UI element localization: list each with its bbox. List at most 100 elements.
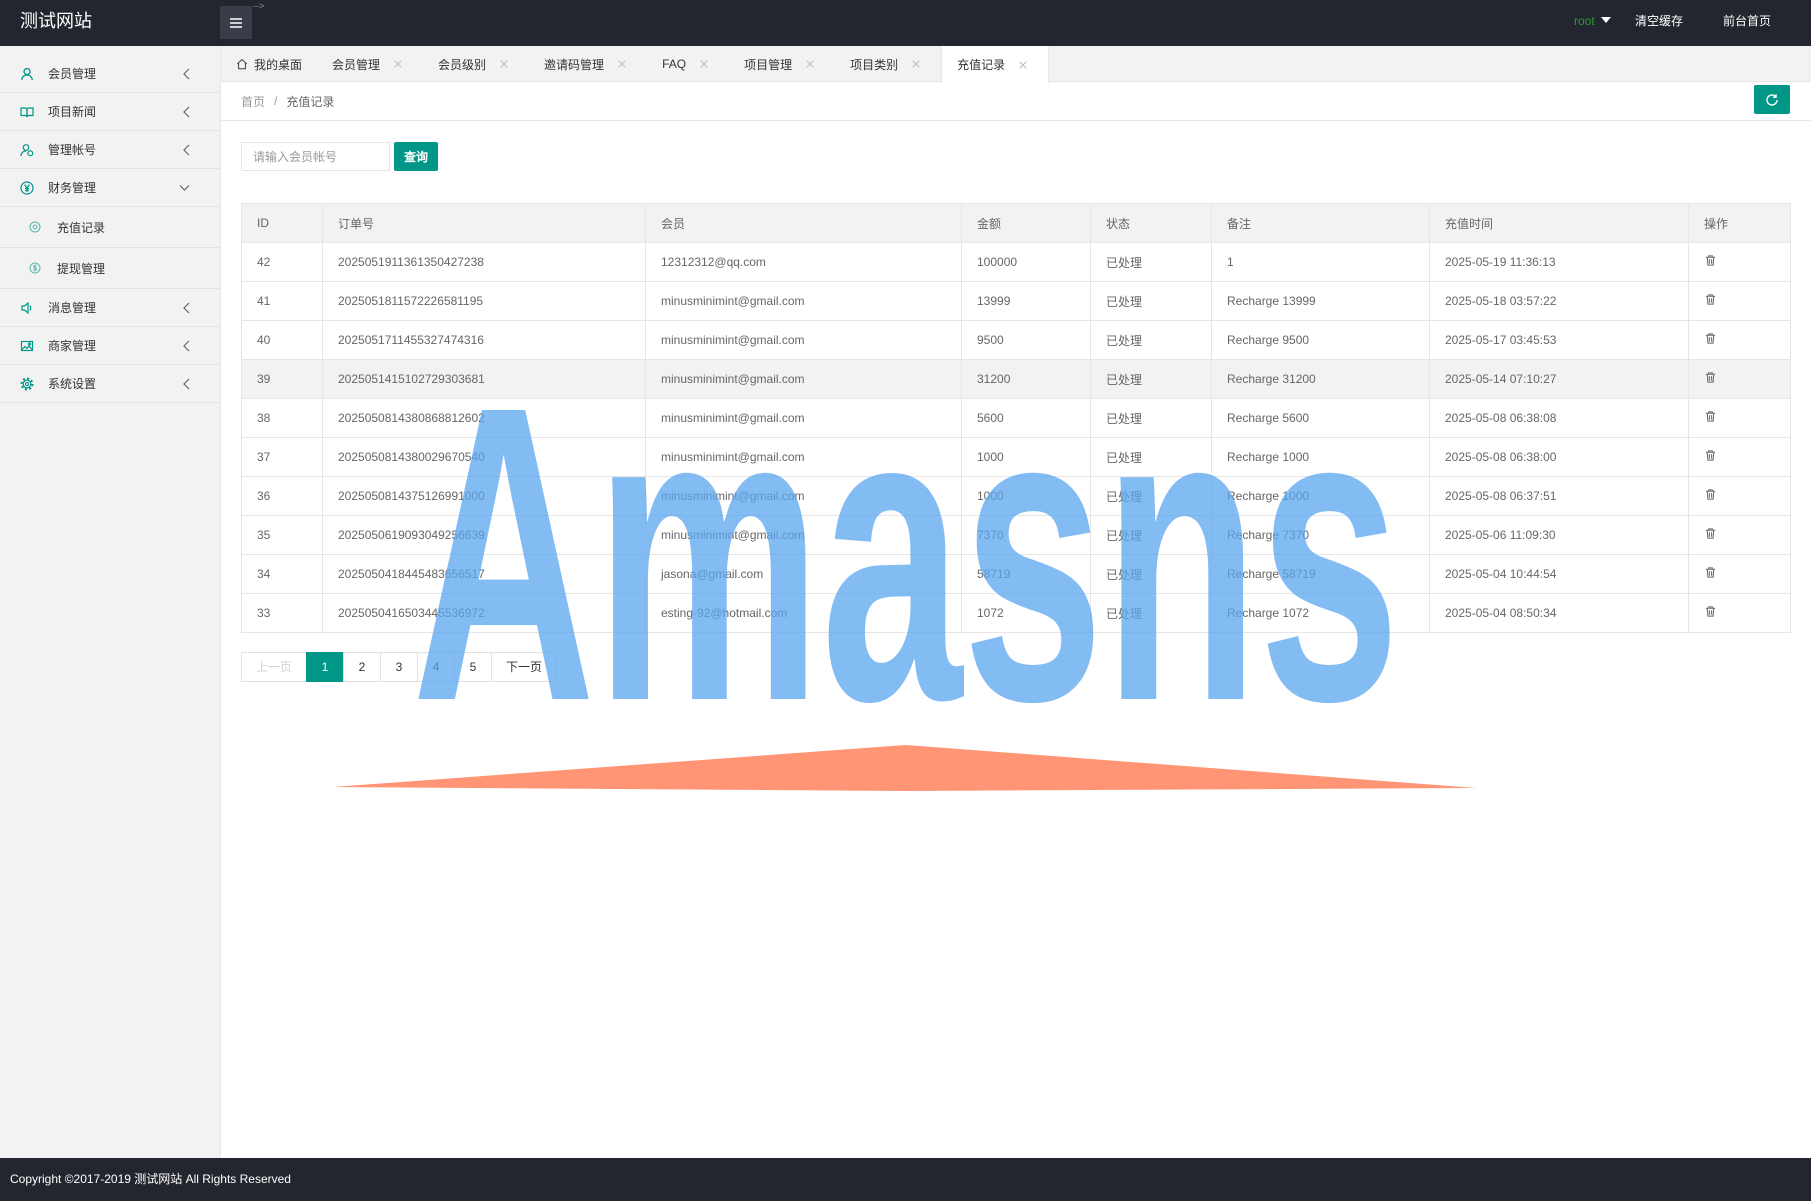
trash-icon[interactable]: [1704, 488, 1717, 501]
cell-id: 41: [241, 281, 323, 321]
cell-id: 40: [241, 320, 323, 360]
table-row: 39 2025051415102729303681 minusminimint@…: [241, 359, 1791, 399]
close-icon[interactable]: [911, 59, 921, 69]
cell-amount: 13999: [961, 281, 1091, 321]
sidebar-subitem-recharge-records[interactable]: 充值记录: [0, 207, 220, 248]
sidebar-item-project-news[interactable]: 项目新闻: [0, 93, 220, 131]
chevron-down-icon: [179, 184, 190, 191]
trash-icon[interactable]: [1704, 527, 1717, 540]
tab-faq[interactable]: FAQ: [647, 46, 729, 82]
cell-remark: Recharge 9500: [1211, 320, 1430, 360]
cell-id: 34: [241, 554, 323, 594]
cell-id: 37: [241, 437, 323, 477]
menu-toggle-button[interactable]: [220, 6, 252, 39]
refresh-button[interactable]: [1754, 85, 1790, 114]
front-home-link[interactable]: 前台首页: [1723, 0, 1771, 42]
tab-recharge-records[interactable]: 充值记录: [941, 46, 1050, 83]
trash-icon[interactable]: [1704, 566, 1717, 579]
breadcrumb-home[interactable]: 首页: [241, 93, 265, 110]
gear-icon: [20, 376, 34, 391]
trash-icon[interactable]: [1704, 293, 1717, 306]
sidebar-item-member-management[interactable]: 会员管理: [0, 55, 220, 93]
cell-member: minusminimint@gmail.com: [645, 437, 962, 477]
tab-my-desktop[interactable]: 我的桌面: [221, 46, 317, 82]
column-header-order-no: 订单号: [322, 203, 646, 243]
close-icon[interactable]: [699, 59, 709, 69]
cell-time: 2025-05-08 06:38:00: [1429, 437, 1689, 477]
tab-project-categories[interactable]: 项目类别: [835, 46, 941, 82]
column-header-id: ID: [241, 203, 323, 243]
cell-amount: 5600: [961, 398, 1091, 438]
sidebar-item-admin-accounts[interactable]: 管理帐号: [0, 131, 220, 169]
sidebar-item-label: 财务管理: [48, 181, 97, 195]
cell-time: 2025-05-08 06:37:51: [1429, 476, 1689, 516]
breadcrumb: 首页 / 充值记录: [221, 82, 1811, 121]
site-logo[interactable]: 测试网站: [20, 0, 92, 42]
cell-order-no: 2025051811572226581195: [322, 281, 646, 321]
next-page-button[interactable]: 下一页: [491, 652, 557, 682]
page-4-button[interactable]: 4: [417, 652, 455, 682]
sidebar-item-label: 项目新闻: [48, 105, 97, 119]
user-menu[interactable]: root: [1574, 0, 1595, 42]
cell-actions: [1688, 398, 1791, 438]
close-icon[interactable]: [393, 59, 403, 69]
close-icon[interactable]: [499, 59, 509, 69]
cell-amount: 7370: [961, 515, 1091, 555]
tab-invite-codes[interactable]: 邀请码管理: [529, 46, 647, 82]
tab-label: 邀请码管理: [544, 57, 605, 72]
speaker-icon: [20, 301, 34, 315]
cell-time: 2025-05-14 07:10:27: [1429, 359, 1689, 399]
cell-status: 已处理: [1090, 593, 1212, 633]
tab-member-management[interactable]: 会员管理: [317, 46, 423, 82]
chevron-left-icon: [182, 302, 190, 314]
sidebar-item-system-settings[interactable]: 系统设置: [0, 365, 220, 403]
sidebar-item-messages[interactable]: 消息管理: [0, 289, 220, 327]
cell-id: 36: [241, 476, 323, 516]
sidebar-item-finance[interactable]: 财务管理: [0, 169, 220, 207]
cell-remark: Recharge 13999: [1211, 281, 1430, 321]
caret-down-icon[interactable]: [1601, 17, 1611, 23]
trash-icon[interactable]: [1704, 371, 1717, 384]
chevron-left-icon: [182, 106, 190, 118]
cell-status: 已处理: [1090, 515, 1212, 555]
cell-status: 已处理: [1090, 398, 1212, 438]
top-header: 测试网站 --> root 清空缓存 前台首页: [0, 0, 1811, 46]
chevron-left-icon: [182, 68, 190, 80]
book-icon: [20, 105, 34, 119]
cell-order-no: 2025051415102729303681: [322, 359, 646, 399]
cell-order-no: 2025050814380029670540: [322, 437, 646, 477]
close-icon[interactable]: [1018, 60, 1028, 70]
page-3-button[interactable]: 3: [380, 652, 418, 682]
cell-member: 12312312@qq.com: [645, 242, 962, 282]
close-icon[interactable]: [805, 59, 815, 69]
page-1-button[interactable]: 1: [306, 652, 344, 682]
sidebar-item-merchants[interactable]: 商家管理: [0, 327, 220, 365]
cell-order-no: 2025050416503445536972: [322, 593, 646, 633]
cell-id: 33: [241, 593, 323, 633]
cell-remark: Recharge 1072: [1211, 593, 1430, 633]
cell-status: 已处理: [1090, 242, 1212, 282]
trash-icon[interactable]: [1704, 254, 1717, 267]
main-content: 我的桌面 会员管理 会员级别 邀请码管理 FAQ 项目管理 项目类别 充值记录: [221, 46, 1811, 1158]
sidebar-subitem-withdrawal-management[interactable]: 提现管理: [0, 248, 220, 289]
member-account-search-input[interactable]: [241, 142, 390, 171]
tab-project-management[interactable]: 项目管理: [729, 46, 835, 82]
search-button[interactable]: 查询: [394, 142, 438, 171]
clear-cache-link[interactable]: 清空缓存: [1635, 0, 1683, 42]
table-row: 37 2025050814380029670540 minusminimint@…: [241, 437, 1791, 477]
sidebar-item-label: 会员管理: [48, 67, 97, 81]
table-row: 35 2025050619093049256639 minusminimint@…: [241, 515, 1791, 555]
tab-member-levels[interactable]: 会员级别: [423, 46, 529, 82]
page-5-button[interactable]: 5: [454, 652, 492, 682]
column-header-time: 充值时间: [1429, 203, 1689, 243]
cell-amount: 1000: [961, 476, 1091, 516]
trash-icon[interactable]: [1704, 410, 1717, 423]
cell-id: 35: [241, 515, 323, 555]
close-icon[interactable]: [617, 59, 627, 69]
trash-icon[interactable]: [1704, 449, 1717, 462]
prev-page-button[interactable]: 上一页: [241, 652, 307, 682]
page-2-button[interactable]: 2: [343, 652, 381, 682]
trash-icon[interactable]: [1704, 605, 1717, 618]
copyright-text: Copyright ©2017-2019 测试网站 All Rights Res…: [10, 1172, 291, 1186]
trash-icon[interactable]: [1704, 332, 1717, 345]
